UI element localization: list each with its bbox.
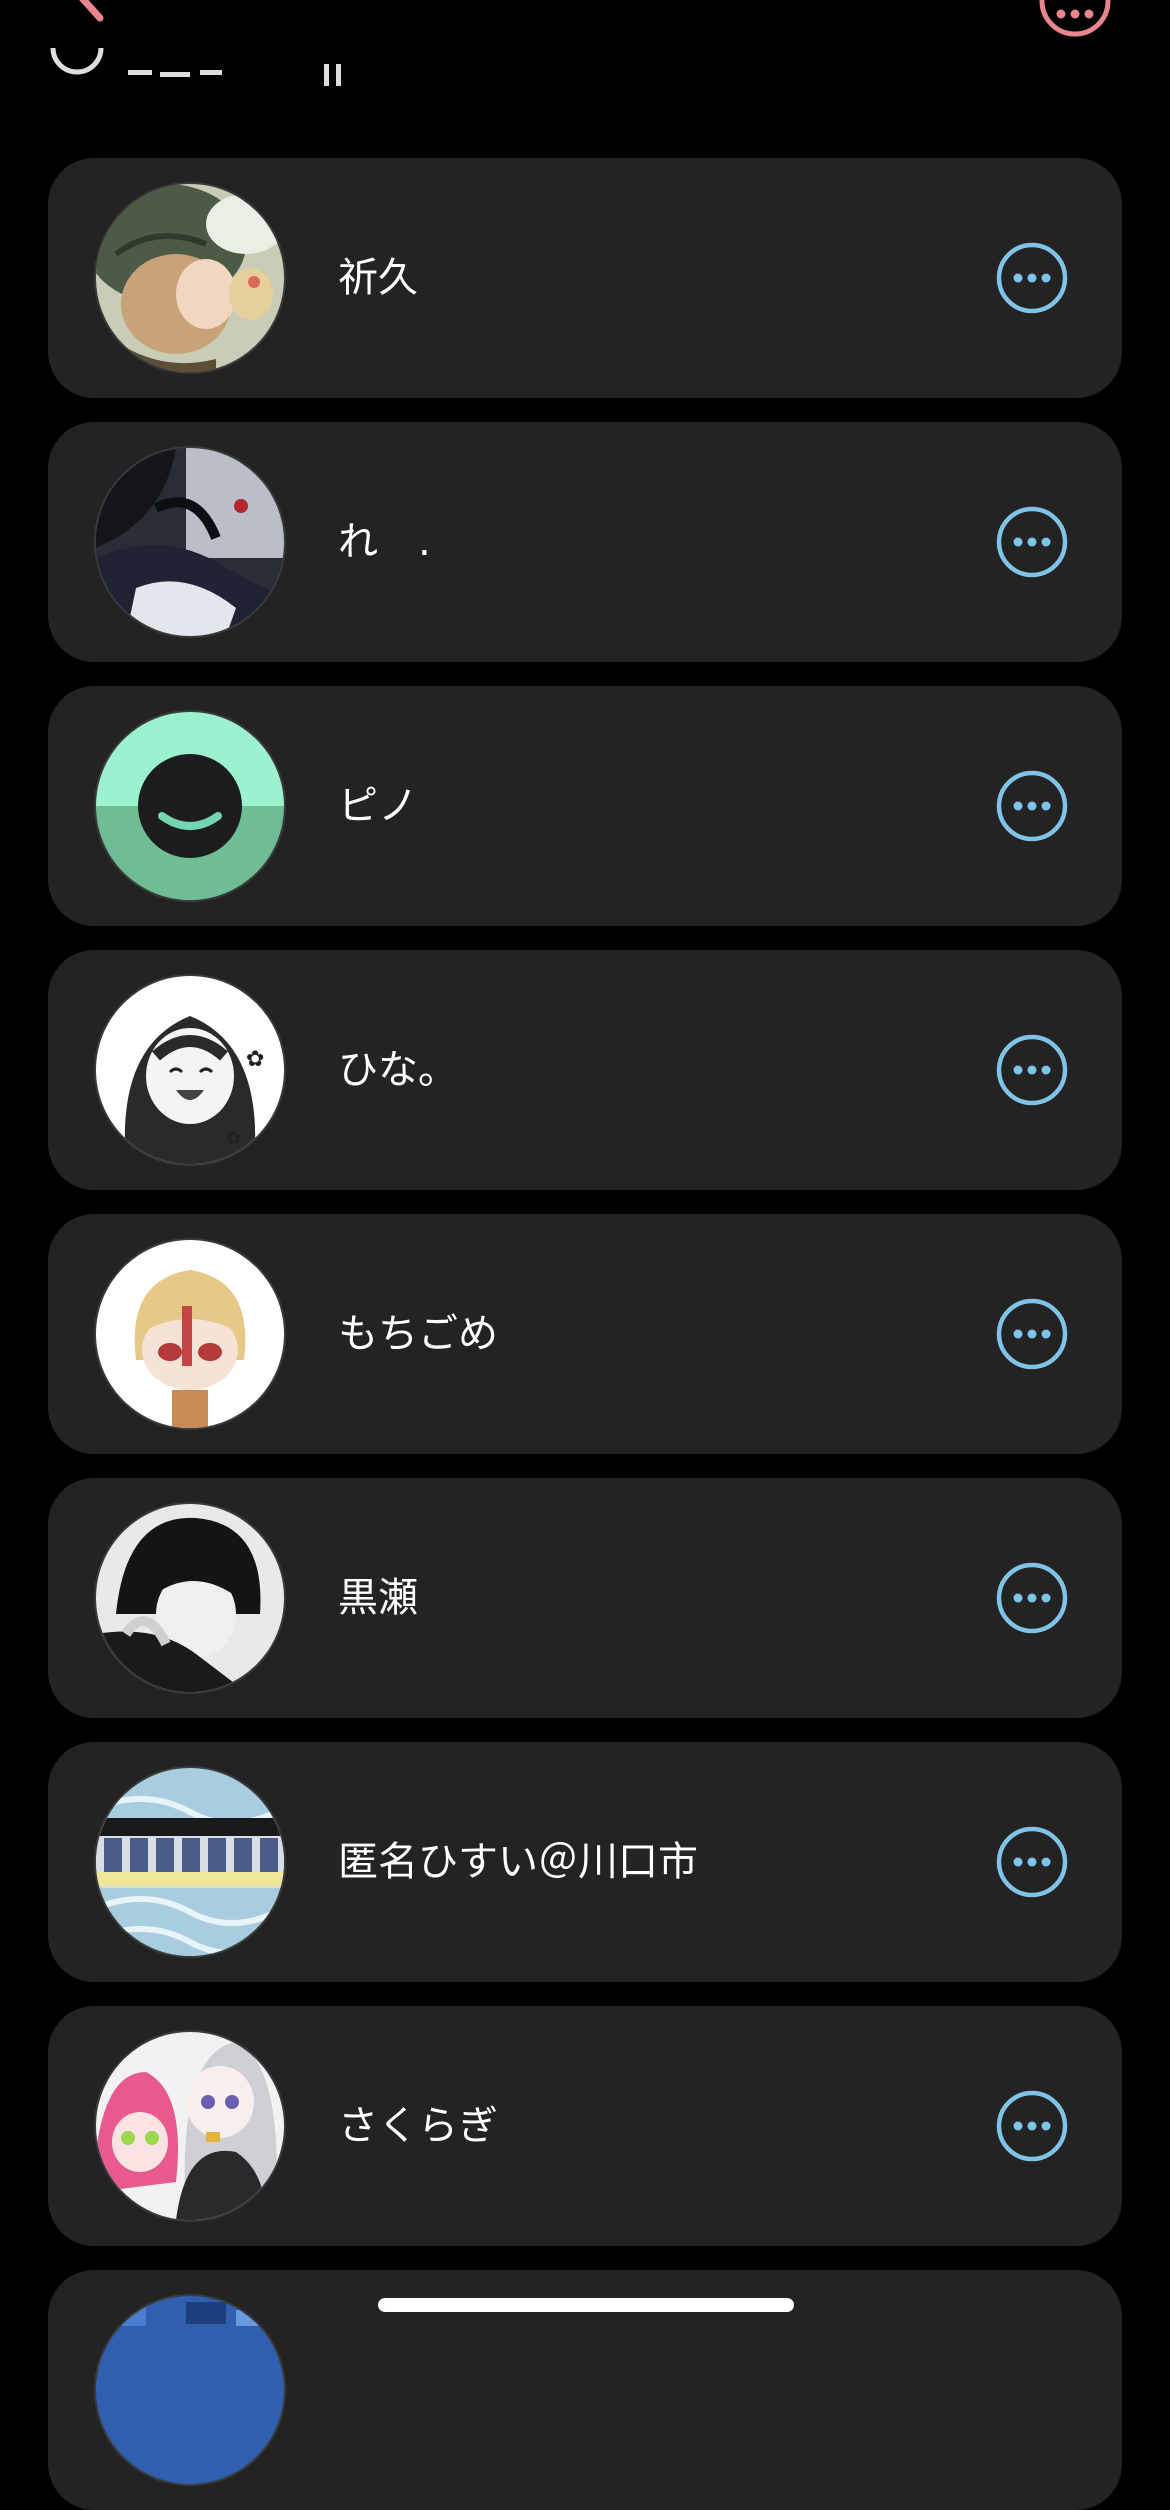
ellipsis-circle-icon — [996, 1298, 1068, 1370]
member-more-button[interactable] — [996, 506, 1068, 578]
ellipsis-circle-icon — [996, 242, 1068, 314]
avatar[interactable] — [96, 2032, 284, 2220]
svg-text:✿: ✿ — [246, 1047, 264, 1072]
member-more-button[interactable] — [996, 2090, 1068, 2162]
member-card[interactable]: もちごめ — [48, 1214, 1122, 1454]
avatar[interactable]: ✿ ✿ — [96, 976, 284, 1164]
avatar[interactable] — [96, 2296, 284, 2484]
member-card[interactable]: れ . — [48, 422, 1122, 662]
member-card[interactable]: 匿名ひすい＠川口市 — [48, 1742, 1122, 1982]
member-card[interactable]: ピノ — [48, 686, 1122, 926]
member-more-button[interactable] — [996, 1298, 1068, 1370]
member-more-button[interactable] — [996, 1034, 1068, 1106]
member-card[interactable]: ✿ ✿ ひな。 — [48, 950, 1122, 1190]
member-name: さくらぎ — [338, 2103, 498, 2149]
member-more-button[interactable] — [996, 1562, 1068, 1634]
chevron-left-icon — [79, 0, 104, 22]
member-name: 祈久 — [338, 255, 418, 301]
member-name: ピノ — [338, 783, 418, 829]
member-name: れ . — [338, 519, 431, 565]
member-card[interactable]: 祈久 — [48, 158, 1122, 398]
ellipsis-circle-icon — [996, 1826, 1068, 1898]
ellipsis-circle-icon — [996, 1562, 1068, 1634]
member-name: 黒瀬 — [338, 1575, 418, 1621]
ellipsis-circle-icon — [996, 2090, 1068, 2162]
avatar[interactable] — [96, 184, 284, 372]
member-card[interactable]: 黒瀬 — [48, 1478, 1122, 1718]
ellipsis-circle-icon — [996, 1034, 1068, 1106]
back-button[interactable] — [62, 0, 122, 40]
ellipsis-circle-icon — [1039, 0, 1111, 37]
member-name: もちごめ — [338, 1311, 498, 1357]
member-more-button[interactable] — [996, 1826, 1068, 1898]
header-more-button[interactable] — [1038, 0, 1112, 38]
svg-text:✿: ✿ — [226, 1128, 241, 1149]
member-more-button[interactable] — [996, 770, 1068, 842]
member-more-button[interactable] — [996, 242, 1068, 314]
member-name: ひな。 — [338, 1047, 458, 1093]
member-card[interactable]: さくらぎ — [48, 2006, 1122, 2246]
member-name: 匿名ひすい＠川口市 — [338, 1839, 698, 1885]
ellipsis-circle-icon — [996, 506, 1068, 578]
avatar[interactable] — [96, 1504, 284, 1692]
ellipsis-circle-icon — [996, 770, 1068, 842]
avatar[interactable] — [96, 1768, 284, 1956]
avatar[interactable] — [96, 448, 284, 636]
avatar[interactable] — [96, 712, 284, 900]
home-indicator — [378, 2298, 794, 2312]
partial-section-header — [50, 48, 370, 98]
avatar[interactable] — [96, 1240, 284, 1428]
